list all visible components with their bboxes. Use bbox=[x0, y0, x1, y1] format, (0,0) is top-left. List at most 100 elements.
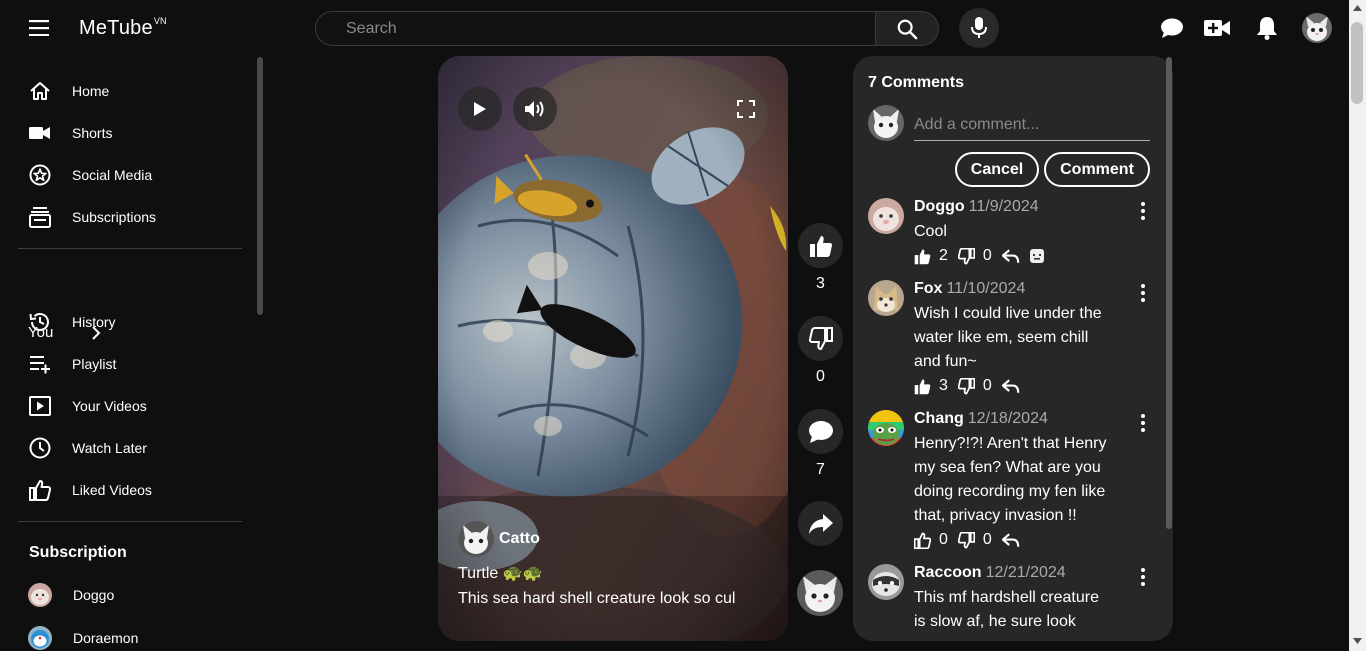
account-avatar[interactable] bbox=[1302, 13, 1332, 43]
sidebar-item-label: Your Videos bbox=[72, 398, 147, 414]
emoji-reaction-icon bbox=[1029, 249, 1044, 263]
comment-item: Fox 11/10/2024 Wish I could live under th… bbox=[868, 280, 1158, 400]
avatar bbox=[458, 521, 494, 557]
sidebar-item-label: Doggo bbox=[73, 587, 115, 603]
comment-like-count: 3 bbox=[939, 377, 948, 394]
sidebar-item-label: Liked Videos bbox=[72, 482, 152, 498]
video-player[interactable]: Catto Turtle 🐢🐢 This sea hard shell crea… bbox=[438, 56, 788, 641]
sidebar-scrollbar[interactable] bbox=[257, 57, 263, 315]
fullscreen-button[interactable] bbox=[737, 100, 755, 118]
comment-dislike-count: 0 bbox=[982, 531, 992, 548]
comment-reply-button[interactable] bbox=[1001, 532, 1020, 548]
comment-text: Wish I could live under the water like e… bbox=[914, 305, 1102, 370]
avatar bbox=[868, 280, 904, 316]
comment-item: Raccoon 12/21/2024 This mf hardshell crea… bbox=[868, 564, 1158, 641]
comment-text: Cool bbox=[914, 223, 947, 240]
comments-button[interactable] bbox=[798, 409, 843, 454]
top-bar: MeTubeVN bbox=[0, 0, 1366, 56]
share-button[interactable] bbox=[798, 501, 843, 546]
comment-dislike-count: 0 bbox=[982, 247, 992, 264]
comment-date: 11/9/2024 bbox=[968, 198, 1039, 215]
dislike-button[interactable] bbox=[798, 316, 843, 361]
comment-item: Chang 12/18/2024 Henry?!?! Aren't that He… bbox=[868, 410, 1158, 560]
search-button[interactable] bbox=[875, 11, 939, 46]
create-video-button[interactable] bbox=[1203, 14, 1231, 42]
sidebar-item-label: Watch Later bbox=[72, 440, 147, 456]
thumbs-down-icon bbox=[808, 326, 833, 350]
sidebar-item-label: History bbox=[72, 314, 116, 330]
sidebar-item-social-media[interactable]: Social Media bbox=[18, 155, 242, 195]
sidebar-subscription-doggo[interactable]: Doggo bbox=[18, 575, 242, 615]
sidebar-item-label: Playlist bbox=[72, 356, 117, 372]
avatar bbox=[28, 583, 52, 607]
page-scrollbar[interactable] bbox=[1349, 0, 1366, 651]
chat-icon bbox=[1161, 18, 1183, 38]
sidebar-item-your-videos[interactable]: Your Videos bbox=[18, 386, 242, 426]
menu-icon[interactable] bbox=[25, 14, 53, 42]
history-icon bbox=[18, 311, 62, 333]
comment-author[interactable]: Raccoon bbox=[914, 564, 982, 581]
cancel-button[interactable]: Cancel bbox=[955, 152, 1039, 187]
comment-icon bbox=[808, 420, 833, 443]
search-icon bbox=[897, 19, 918, 39]
comment-options-button[interactable] bbox=[1138, 284, 1148, 302]
sidebar: Home Shorts Social Media Subscriptions Y… bbox=[0, 56, 258, 651]
comment-like-button[interactable] bbox=[914, 532, 931, 549]
sidebar-divider bbox=[18, 521, 242, 522]
sidebar-item-shorts[interactable]: Shorts bbox=[18, 113, 242, 153]
comment-author[interactable]: Chang bbox=[914, 410, 964, 427]
sidebar-subscription-doraemon[interactable]: Doraemon bbox=[18, 618, 242, 651]
sidebar-item-liked-videos[interactable]: Liked Videos bbox=[18, 470, 242, 510]
comment-submit-button[interactable]: Comment bbox=[1044, 152, 1150, 187]
playlist-icon bbox=[18, 353, 62, 375]
page-scroll-thumb[interactable] bbox=[1351, 22, 1363, 104]
comment-dislike-button[interactable] bbox=[957, 247, 975, 265]
comment-options-button[interactable] bbox=[1138, 202, 1148, 220]
fullscreen-icon bbox=[737, 100, 755, 118]
comment-reaction-button[interactable] bbox=[1029, 248, 1045, 264]
search-input[interactable] bbox=[315, 11, 876, 46]
video-channel[interactable]: Catto bbox=[458, 521, 540, 557]
comment-dislike-count: 0 bbox=[982, 377, 992, 394]
thumbs-down-icon bbox=[957, 247, 975, 264]
comments-title: 7 Comments bbox=[868, 74, 965, 91]
sidebar-item-watch-later[interactable]: Watch Later bbox=[18, 428, 242, 468]
avatar bbox=[868, 564, 904, 600]
sidebar-item-label: Subscriptions bbox=[72, 209, 157, 225]
volume-button[interactable] bbox=[513, 87, 557, 131]
microphone-icon bbox=[971, 17, 987, 38]
video-camera-plus-icon bbox=[1204, 20, 1230, 36]
comment-options-button[interactable] bbox=[1138, 568, 1148, 586]
comment-dislike-button[interactable] bbox=[957, 531, 975, 549]
bell-icon bbox=[1257, 17, 1277, 40]
comment-like-button[interactable] bbox=[914, 378, 931, 395]
avatar bbox=[868, 105, 904, 141]
comment-like-button[interactable] bbox=[914, 248, 931, 265]
sidebar-item-subscriptions[interactable]: Subscriptions bbox=[18, 197, 242, 237]
thumbs-down-icon bbox=[957, 377, 975, 394]
subscription-heading: Subscription bbox=[29, 544, 127, 561]
play-button[interactable] bbox=[458, 87, 502, 131]
avatar bbox=[28, 626, 52, 650]
comment-dislike-button[interactable] bbox=[957, 377, 975, 395]
thumbs-up-icon bbox=[914, 248, 931, 264]
comment-author[interactable]: Fox bbox=[914, 280, 942, 297]
messages-button[interactable] bbox=[1158, 14, 1186, 42]
comment-options-button[interactable] bbox=[1138, 414, 1148, 432]
scroll-up-arrow-icon bbox=[1353, 5, 1362, 11]
comment-author[interactable]: Doggo bbox=[914, 198, 965, 215]
video-title: Turtle 🐢🐢 bbox=[458, 565, 543, 582]
comments-scrollbar[interactable] bbox=[1166, 57, 1172, 529]
logo[interactable]: MeTubeVN bbox=[79, 16, 167, 40]
sidebar-item-home[interactable]: Home bbox=[18, 71, 242, 111]
sidebar-item-playlist[interactable]: Playlist bbox=[18, 344, 242, 384]
channel-avatar-button[interactable] bbox=[797, 570, 843, 616]
like-button[interactable] bbox=[798, 223, 843, 268]
comment-reply-button[interactable] bbox=[1001, 248, 1020, 264]
notifications-button[interactable] bbox=[1253, 14, 1281, 42]
comment-reply-button[interactable] bbox=[1001, 378, 1020, 394]
voice-search-button[interactable] bbox=[959, 8, 999, 48]
sidebar-item-history[interactable]: History bbox=[18, 302, 242, 342]
comment-actions: 2 0 bbox=[914, 247, 1045, 265]
add-comment-input[interactable] bbox=[914, 110, 1150, 141]
